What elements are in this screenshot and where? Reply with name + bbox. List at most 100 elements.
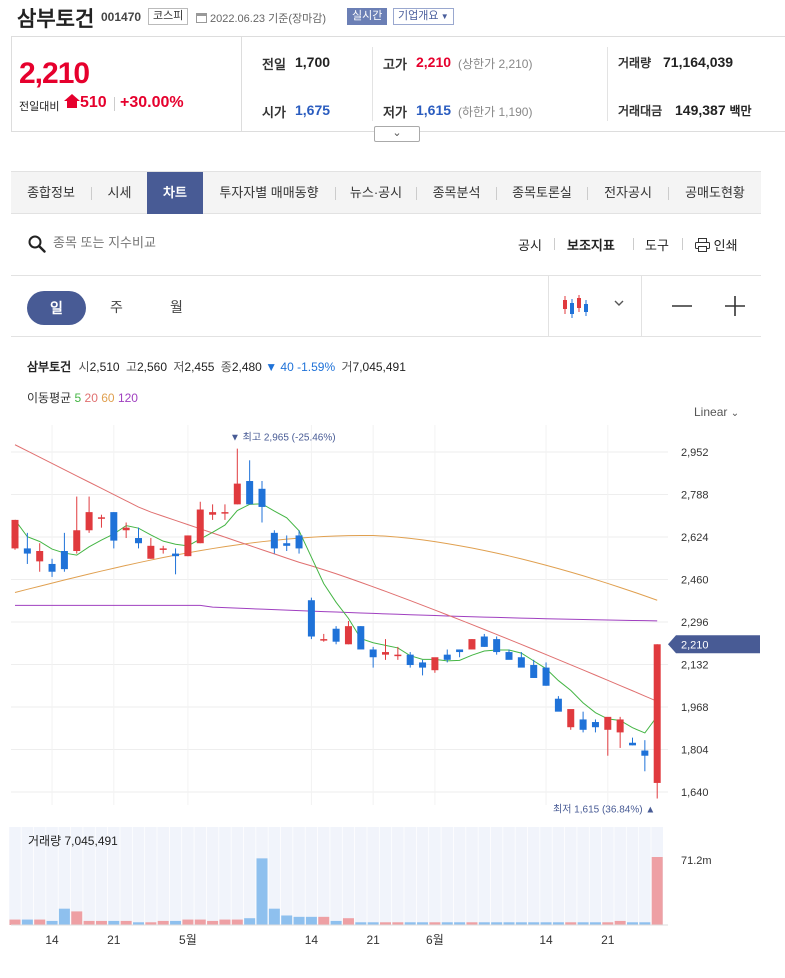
candle-body (233, 483, 241, 505)
scale-dropdown[interactable]: Linear ⌄ (694, 405, 739, 419)
print-button[interactable]: 인쇄 (695, 235, 738, 254)
trade-value-label: 거래대금 (618, 104, 663, 118)
zoom-out-icon[interactable] (671, 296, 693, 316)
divider (114, 97, 115, 111)
candle-body (591, 722, 599, 728)
volume-bar (318, 916, 330, 925)
volume-bar (207, 920, 219, 925)
divider (641, 276, 642, 336)
period-week-button[interactable]: 주 (110, 297, 123, 317)
y-tick-label: 2,460 (681, 575, 709, 587)
tab-news[interactable]: 뉴스·공시 (336, 172, 416, 214)
divider (633, 238, 634, 250)
y-tick-label: 2,296 (681, 617, 709, 629)
candle-body (406, 654, 414, 666)
tab-short-selling[interactable]: 공매도현황 (669, 172, 761, 214)
candle-body (542, 667, 550, 686)
info-name: 삼부토건 (27, 360, 72, 374)
divider (554, 238, 555, 250)
search-input[interactable] (53, 235, 253, 250)
volume-bar (614, 920, 626, 925)
volume-label: 거래량 (618, 56, 652, 70)
volume-bar (293, 916, 305, 925)
tools-button[interactable]: 도구 (645, 235, 669, 254)
price-chart[interactable]: 2,952 2,788 2,624 2,460 2,296 2,132 1,968 1,804… (0, 425, 785, 978)
candle-body (221, 512, 229, 514)
volume-bar (281, 915, 293, 925)
candle-body (641, 750, 649, 756)
volume-bar (108, 920, 120, 925)
market-badge: 코스피 (148, 8, 189, 25)
candle-body (443, 654, 451, 660)
date-line: 2022.06.23 기준(장마감) (196, 10, 326, 26)
candle-body (122, 527, 130, 531)
period-month-button[interactable]: 월 (170, 297, 183, 317)
volume-bar (651, 857, 663, 925)
candle-body (295, 535, 303, 549)
tab-analysis[interactable]: 종목분석 (417, 172, 496, 214)
volume-bar (256, 858, 268, 925)
max-price-marker: ▼ 최고 2,965 (-25.46%) (230, 432, 336, 444)
volume-bg (614, 827, 626, 925)
volume-bar (9, 919, 21, 925)
candle-body (431, 657, 439, 671)
search-icon[interactable] (28, 235, 46, 253)
volume-bar (194, 919, 206, 925)
tab-disclosure[interactable]: 전자공시 (588, 172, 668, 214)
candle-body (258, 488, 266, 507)
candle-body (135, 538, 142, 544)
upper-limit: (상한가 2,210) (458, 57, 533, 71)
x-tick-label: 14 (305, 933, 319, 947)
volume-bg (589, 827, 602, 925)
candle-body (270, 532, 278, 549)
candle-body (246, 481, 254, 505)
expand-button[interactable]: ⌄ (374, 126, 420, 142)
candle-body (196, 509, 204, 544)
ma120-label: 120 (117, 391, 138, 405)
tab-quotes[interactable]: 시세 (92, 172, 147, 214)
divider (11, 275, 761, 276)
x-tick-label: 14 (45, 933, 59, 947)
disclosure-button[interactable]: 공시 (518, 235, 542, 254)
candle-body (184, 535, 192, 557)
change-percent: +30.00% (120, 94, 184, 111)
volume-bg (379, 827, 392, 925)
tab-chart[interactable]: 차트 (147, 172, 203, 214)
volume-bar (83, 920, 95, 925)
current-price-panel: 2,210 전일대비 510 +30.00% (12, 37, 242, 131)
tab-summary[interactable]: 종합정보 (11, 172, 91, 214)
volume-bg (132, 827, 145, 925)
chevron-down-icon[interactable] (613, 298, 625, 308)
indicators-button[interactable]: 보조지표 (567, 235, 615, 254)
volume-bar (46, 920, 58, 925)
x-tick-label: 21 (107, 933, 121, 947)
volume-bg (404, 827, 416, 925)
volume-bg (194, 827, 207, 925)
tab-investor-trading[interactable]: 투자자별 매매동향 (203, 172, 335, 214)
y-tick-label: 1,968 (681, 702, 709, 714)
tab-discussion[interactable]: 종목토론실 (497, 172, 587, 214)
x-tick-label: 14 (539, 933, 553, 947)
realtime-badge[interactable]: 실시간 (347, 8, 388, 25)
zoom-in-icon[interactable] (724, 295, 746, 317)
volume-bar (58, 908, 70, 925)
candle-body (307, 600, 315, 637)
candle-body (97, 517, 105, 519)
volume-bg (120, 827, 132, 925)
volume-bg (490, 827, 503, 925)
candle-body (530, 665, 538, 678)
volume-bar (342, 918, 354, 925)
period-day-button[interactable]: 일 (27, 291, 86, 325)
current-price: 2,210 (19, 57, 90, 90)
change-label: 전일대비 (19, 101, 60, 113)
candle-body (172, 553, 180, 557)
candlestick-chart-icon[interactable] (562, 294, 590, 318)
chevron-down-icon: ⌄ (730, 408, 740, 419)
y-tick-label: 2,952 (681, 447, 709, 459)
volume-bg (564, 827, 577, 925)
volume-bg (515, 827, 528, 925)
candle-body (629, 742, 636, 746)
company-overview-dropdown[interactable]: 기업개요 ▼ (393, 8, 454, 25)
candle-body (60, 550, 68, 570)
low-value: 1,615 (416, 102, 452, 118)
